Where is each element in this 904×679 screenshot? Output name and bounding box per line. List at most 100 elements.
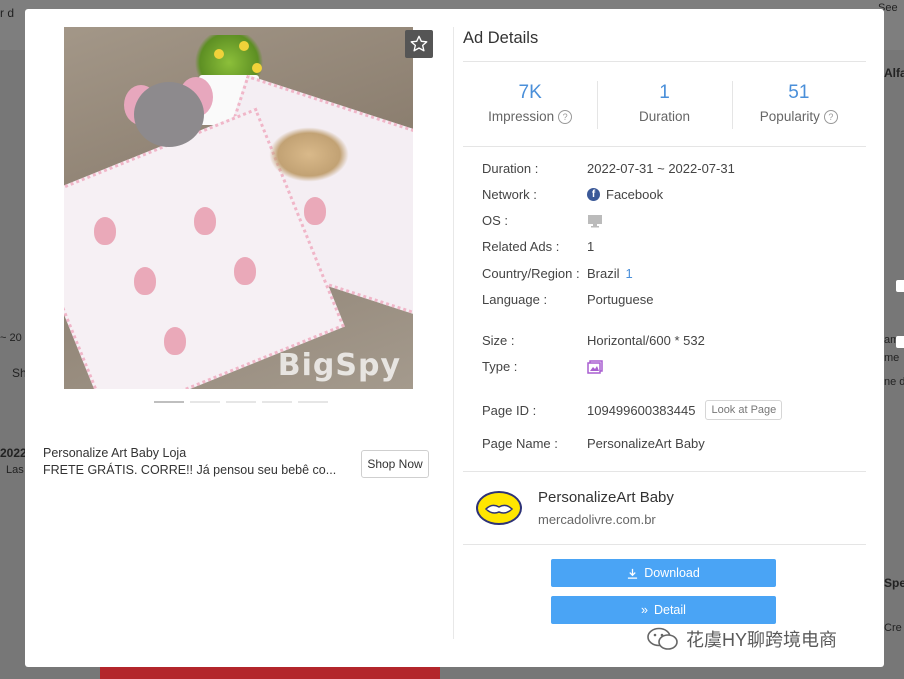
detail-button[interactable]: » Detail	[551, 596, 776, 624]
country-count-link[interactable]: 1	[626, 266, 633, 281]
favorite-button[interactable]	[405, 30, 433, 58]
stat-value: 7K	[518, 82, 542, 103]
backdrop-text: ne d	[884, 376, 904, 388]
ad-creative-image: BigSpy	[64, 27, 413, 389]
detail-label: Network :	[482, 187, 537, 202]
help-icon[interactable]: ?	[558, 109, 573, 124]
stat-value: 1	[659, 82, 670, 103]
flower-shape	[239, 41, 249, 51]
detail-row-os: OS :	[482, 213, 603, 228]
look-at-page-button[interactable]: Look at Page	[705, 400, 783, 420]
ad-caption-title: Personalize Art Baby Loja	[43, 446, 187, 460]
stat-label: Duration	[638, 109, 690, 124]
desktop-icon	[588, 214, 602, 227]
detail-row-duration: Duration : 2022-07-31 ~ 2022-07-31	[482, 161, 735, 176]
detail-label: Detail	[653, 603, 686, 617]
detail-label: Type :	[482, 359, 518, 374]
detail-row-size: Size : Horizontal/600 * 532	[482, 333, 705, 348]
advertiser-card[interactable]: PersonalizeArt Baby mercadolivre.com.br	[463, 479, 866, 549]
advertiser-name: PersonalizeArt Baby	[538, 489, 674, 506]
detail-row-type: Type :	[482, 359, 603, 374]
detail-value: Portuguese	[587, 292, 654, 307]
carousel-dot[interactable]	[262, 401, 292, 403]
handshake-icon	[484, 504, 514, 514]
detail-value: Horizontal/600 * 532	[587, 333, 705, 348]
image-type-icon	[587, 359, 603, 374]
backdrop-text: 2022	[0, 446, 27, 460]
detail-label: Size :	[482, 333, 515, 348]
detail-label: Page Name :	[482, 436, 558, 451]
detail-label: Related Ads :	[482, 239, 560, 254]
stat-label: Popularity	[759, 109, 820, 124]
download-icon	[628, 568, 638, 579]
wechat-account-name: 花虞HY聊跨境电商	[686, 630, 838, 650]
backdrop-text: ~ 20	[0, 332, 22, 344]
detail-value: Brazil	[587, 266, 620, 281]
backdrop-text: Cre	[884, 622, 902, 634]
detail-label: Language :	[482, 292, 548, 307]
detail-value: PersonalizeArt Baby	[587, 436, 705, 451]
carousel-indicators	[154, 401, 328, 403]
panel-title: Ad Details	[463, 29, 539, 47]
flower-shape	[252, 63, 262, 73]
bow-shape	[269, 127, 349, 182]
backdrop-text: r d	[0, 6, 15, 20]
stat-popularity: 51 Popularity?	[731, 71, 866, 143]
flower-shape	[214, 49, 224, 59]
balloon-shape	[194, 207, 216, 235]
help-icon[interactable]: ?	[823, 109, 838, 124]
balloon-shape	[164, 327, 186, 355]
stat-duration: 1 Duration	[597, 71, 731, 143]
backdrop-text: Spe	[884, 576, 904, 590]
detail-row-related-ads: Related Ads : 1	[482, 239, 594, 254]
backdrop-text: Las	[6, 464, 24, 476]
balloon-shape	[234, 257, 256, 285]
detail-label: Duration :	[482, 161, 539, 176]
ad-preview-pane: BigSpy Personalize Art Baby Loja FRETE G…	[25, 9, 455, 667]
detail-label: OS :	[482, 213, 509, 228]
balloon-shape	[304, 197, 326, 225]
carousel-dot[interactable]	[298, 401, 328, 403]
balloon-shape	[94, 217, 116, 245]
elephant-toy-shape	[134, 82, 204, 147]
ad-details-pane: Ad Details 7K Impression? 1 Duration 51 …	[463, 9, 866, 667]
stats-row: 7K Impression? 1 Duration 51 Popularity?	[463, 71, 866, 143]
divider	[463, 544, 866, 545]
detail-label: Country/Region :	[482, 266, 580, 281]
download-label: Download	[644, 566, 700, 580]
stat-impression: 7K Impression?	[463, 71, 597, 143]
wechat-watermark: 花虞HY聊跨境电商	[646, 626, 837, 652]
download-button[interactable]: Download	[551, 559, 776, 587]
wechat-icon	[647, 627, 678, 650]
backdrop-text: me	[884, 352, 900, 364]
star-icon	[410, 35, 428, 52]
ad-caption-text: FRETE GRÁTIS. CORRE!! Já pensou seu bebê…	[43, 463, 337, 477]
divider	[463, 471, 866, 472]
detail-row-page-id: Page ID : 109499600383445 Look at Page	[482, 400, 783, 420]
carousel-next-arrow[interactable]	[896, 336, 904, 348]
detail-value: 2022-07-31 ~ 2022-07-31	[587, 161, 735, 176]
detail-row-network: Network : f Facebook	[482, 187, 663, 202]
detail-value: 109499600383445	[587, 402, 696, 418]
detail-row-page-name: Page Name : PersonalizeArt Baby	[482, 436, 705, 451]
ad-caption: Personalize Art Baby Loja FRETE GRÁTIS. …	[43, 445, 343, 479]
balloon-shape	[134, 267, 156, 295]
carousel-next-arrow[interactable]	[896, 280, 904, 292]
detail-value: Facebook	[606, 187, 664, 202]
carousel-dot[interactable]	[226, 401, 256, 403]
carousel-dot[interactable]	[154, 401, 184, 403]
advertiser-domain: mercadolivre.com.br	[538, 512, 656, 527]
divider	[463, 61, 866, 62]
bigspy-watermark: BigSpy	[277, 348, 401, 383]
stat-value: 51	[788, 82, 810, 103]
backdrop-text: Alfa	[884, 66, 904, 80]
double-chevron-right-icon: »	[641, 603, 648, 617]
facebook-icon: f	[587, 188, 600, 201]
carousel-dot[interactable]	[190, 401, 220, 403]
detail-row-language: Language : Portuguese	[482, 292, 654, 307]
divider	[463, 146, 866, 147]
detail-value: 1	[587, 239, 595, 254]
shop-now-button[interactable]: Shop Now	[361, 450, 429, 478]
mercadolivre-logo	[476, 491, 522, 525]
pane-divider	[453, 27, 454, 639]
